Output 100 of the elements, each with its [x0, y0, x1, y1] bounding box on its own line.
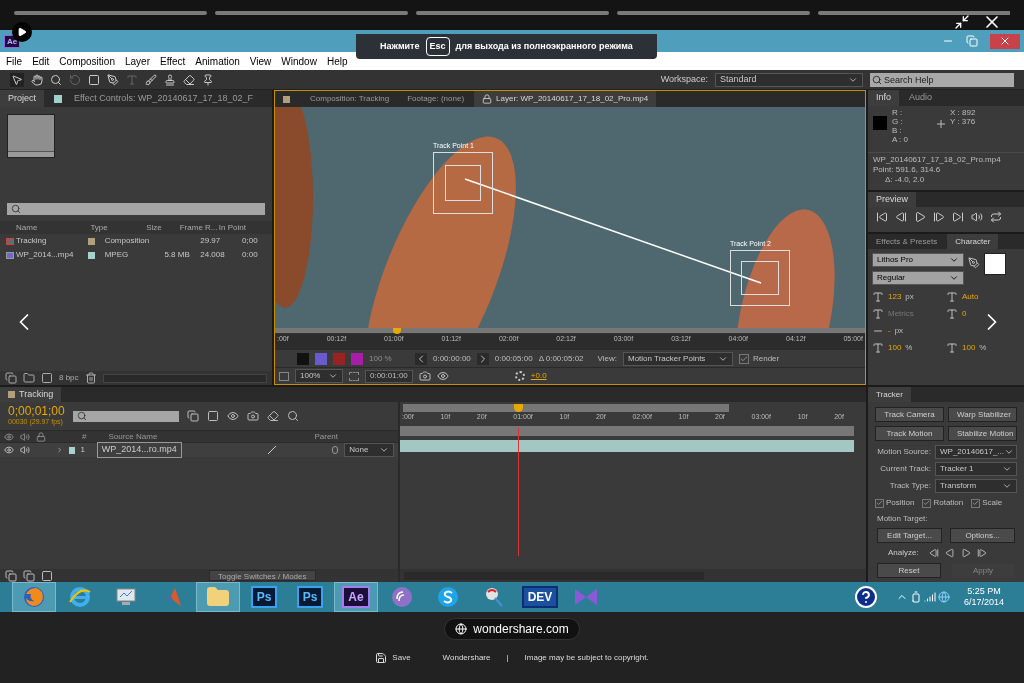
checkbox[interactable]: Scale: [971, 497, 1003, 509]
stamp-icon[interactable]: [164, 73, 176, 86]
expand-icon[interactable]: [56, 445, 64, 455]
kerning-icon[interactable]: [872, 308, 884, 320]
stroke-value[interactable]: -: [888, 325, 891, 337]
taskbar-app[interactable]: Ps: [242, 582, 286, 612]
eye-icon[interactable]: [436, 370, 449, 382]
eraser-icon[interactable]: [183, 73, 195, 86]
font-style-dropdown[interactable]: Regular: [872, 271, 964, 285]
motion-blur-icon[interactable]: [266, 410, 279, 422]
panel-tab[interactable]: Character: [947, 234, 999, 249]
frame-blending-icon[interactable]: [246, 410, 259, 422]
horizontal-scale-value[interactable]: 100: [962, 342, 976, 354]
sun-icon[interactable]: [514, 371, 525, 381]
source-link[interactable]: wondershare.com: [444, 618, 580, 640]
leading-value[interactable]: Auto: [962, 291, 979, 303]
tracker-dropdown[interactable]: Transform: [935, 479, 1017, 493]
channel-toggle-icon[interactable]: [351, 352, 363, 365]
panel-button[interactable]: Options...: [950, 528, 1015, 543]
set-in-icon[interactable]: [415, 352, 427, 365]
menu-item[interactable]: Help: [326, 53, 348, 69]
hand-icon[interactable]: [31, 73, 43, 86]
camera-icon[interactable]: [418, 370, 431, 382]
rectangle-tool-icon[interactable]: [88, 73, 100, 86]
arrow-tool-icon[interactable]: [11, 73, 23, 86]
playhead-handle[interactable]: [514, 404, 523, 412]
audio-icon[interactable]: [20, 431, 30, 442]
tracking-value[interactable]: 0: [962, 308, 967, 320]
menu-item[interactable]: File: [6, 53, 23, 69]
scrollbar[interactable]: [102, 373, 267, 383]
restore-icon[interactable]: [966, 35, 978, 47]
exit-fullscreen-icon[interactable]: [954, 14, 970, 30]
network-icon[interactable]: [937, 591, 950, 603]
search-field[interactable]: [72, 410, 179, 422]
fill-color-swatch[interactable]: [984, 253, 1006, 275]
transfer-icon[interactable]: [23, 569, 35, 582]
lock-icon[interactable]: [482, 94, 493, 104]
horizontal-scale-icon[interactable]: [946, 342, 958, 354]
first-frame-icon[interactable]: [876, 211, 888, 223]
playhead[interactable]: [393, 328, 401, 334]
last-frame-icon[interactable]: [952, 211, 964, 223]
zoom-icon[interactable]: [50, 73, 62, 86]
pin-icon[interactable]: [202, 73, 214, 86]
font-size-icon[interactable]: [872, 291, 884, 303]
layer-name[interactable]: WP_2014...ro.mp4: [96, 442, 182, 458]
file-name[interactable]: WP_2014...mp4: [15, 249, 88, 261]
font-dropdown[interactable]: Lithos Pro: [872, 253, 964, 267]
eye-icon[interactable]: [4, 431, 14, 442]
analyze-back-icon[interactable]: [928, 548, 939, 558]
panel-tab[interactable]: Layer: WP_20140617_17_18_02_Pro.mp4: [474, 91, 657, 107]
toggle-switches-button[interactable]: Toggle Switches / Modes: [209, 570, 316, 581]
graph-editor-icon[interactable]: [286, 410, 299, 422]
render-checkbox[interactable]: Render: [739, 352, 780, 365]
font-size-value[interactable]: 123: [888, 291, 902, 303]
parent-icon[interactable]: [331, 446, 339, 454]
tracker-dropdown[interactable]: WP_20140617_...: [935, 445, 1017, 459]
draft-3d-icon[interactable]: [206, 410, 219, 422]
in-out-icon[interactable]: [41, 569, 53, 582]
clock[interactable]: 5:25 PM 6/17/2014: [963, 586, 1004, 608]
battery-icon[interactable]: [909, 591, 922, 603]
parent-dropdown[interactable]: None: [344, 443, 394, 457]
menu-item[interactable]: Edit: [32, 53, 50, 69]
checkbox[interactable]: Position: [875, 497, 915, 509]
taskbar-app[interactable]: Ae: [334, 582, 378, 612]
leading-icon[interactable]: [946, 291, 958, 303]
tracker-dropdown[interactable]: Tracker 1: [935, 462, 1017, 476]
save-icon[interactable]: [375, 652, 388, 664]
search-icon[interactable]: [872, 74, 882, 85]
bit-depth[interactable]: 8 bpc: [59, 372, 79, 384]
panel-button[interactable]: Stabilize Motion: [948, 426, 1017, 441]
workspace-dropdown[interactable]: Standard: [715, 72, 863, 87]
current-time-field[interactable]: 0:00:01:00: [365, 369, 413, 383]
shy-icon[interactable]: [226, 410, 239, 422]
vertical-scale-value[interactable]: 100: [888, 342, 902, 354]
brush-icon[interactable]: [145, 73, 157, 86]
panel-tab[interactable]: Preview: [868, 192, 916, 207]
panel-tab[interactable]: Tracker: [868, 387, 911, 402]
layer-switch-icon[interactable]: [5, 569, 17, 582]
search-icon[interactable]: [76, 411, 87, 421]
save-button[interactable]: Save: [375, 652, 411, 664]
loop-icon[interactable]: [990, 211, 1002, 223]
check-icon[interactable]: [923, 499, 931, 507]
interpret-icon[interactable]: [5, 372, 17, 384]
panel-tab[interactable]: Project: [0, 90, 44, 107]
toggle-icon[interactable]: [279, 371, 289, 381]
audio-icon[interactable]: [20, 445, 30, 455]
zoom-dropdown[interactable]: 100%: [295, 369, 343, 383]
play-icon[interactable]: [17, 27, 27, 37]
menu-item[interactable]: Effect: [159, 53, 186, 69]
menu-item[interactable]: Window: [281, 53, 317, 69]
analyze-forward-icon[interactable]: [976, 548, 987, 558]
close-button[interactable]: [990, 33, 1020, 49]
taskbar-app[interactable]: Ps: [288, 582, 332, 612]
eye-icon[interactable]: [4, 445, 14, 455]
menu-item[interactable]: Composition: [59, 53, 115, 69]
check-icon[interactable]: [740, 354, 748, 363]
tracking-icon[interactable]: [946, 308, 958, 320]
timecode[interactable]: 0;00;01;00: [8, 404, 65, 417]
help-icon[interactable]: [853, 585, 878, 609]
menu-item[interactable]: Animation: [195, 53, 240, 69]
